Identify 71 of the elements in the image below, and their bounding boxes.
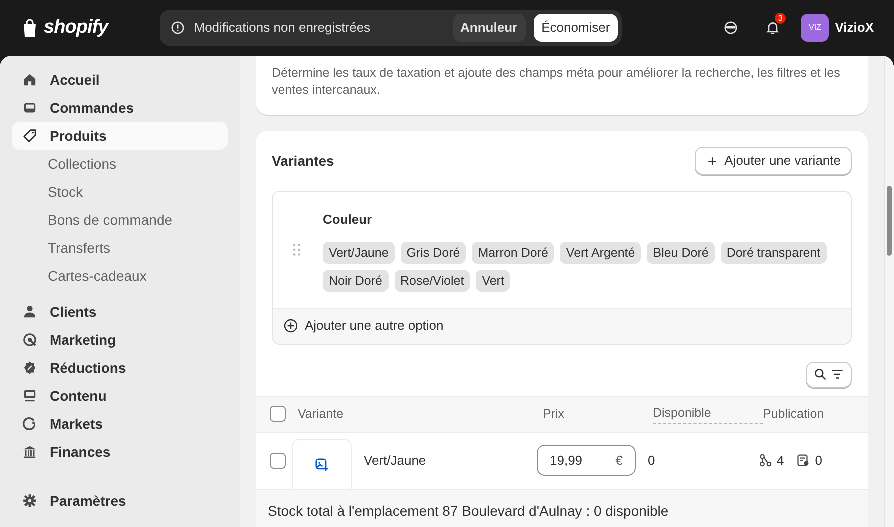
inbox-icon	[22, 100, 38, 116]
column-header: Variante	[298, 406, 345, 423]
unsaved-message: Modifications non enregistrées	[194, 19, 372, 38]
option-value-tag: Vert	[476, 270, 510, 292]
sidebar-item[interactable]: Clients	[12, 298, 228, 326]
checkbox[interactable]	[270, 452, 286, 468]
sidebar-subitem[interactable]: Cartes-cadeaux	[12, 262, 228, 290]
option-value-tag: Vert Argenté	[560, 242, 642, 264]
target-icon	[22, 332, 38, 348]
badge-percent-icon	[22, 360, 38, 376]
masked-face-icon	[723, 20, 740, 36]
stock-summary: Stock total à l'emplacement 87 Boulevard d'Aulnay : 0 disponible	[256, 490, 868, 527]
avatar[interactable]: VIZ	[801, 14, 830, 42]
column-header: Prix	[543, 406, 566, 423]
search-icon	[813, 367, 828, 382]
sidebar-item[interactable]: Accueil	[12, 66, 228, 94]
catalog-icon	[796, 453, 812, 468]
notifications-button[interactable]: 3	[759, 14, 788, 42]
sidebar-subitem[interactable]: Stock	[12, 178, 228, 206]
sidebar-item[interactable]: Réductions	[12, 354, 228, 382]
sidebar-item[interactable]: Contenu	[12, 382, 228, 410]
discard-button[interactable]: Annuleur	[452, 14, 526, 42]
option-name: Couleur	[323, 211, 374, 229]
tag-icon	[22, 128, 38, 144]
option-value-tag: Doré transparent	[720, 242, 827, 264]
price-field[interactable]: 19,99 €	[537, 445, 636, 476]
shopify-logo[interactable]: shopify	[20, 14, 108, 42]
option-value-tag: Bleu Doré	[647, 242, 715, 264]
option-value-tag: Rose/Violet	[394, 270, 470, 292]
catalog-count: 0	[815, 452, 822, 470]
scrollbar[interactable]	[884, 56, 894, 527]
add-variant-button[interactable]: Ajouter une variante	[694, 147, 852, 175]
sidebar-subitem[interactable]: Transferts	[12, 234, 228, 262]
sidebar-item[interactable]: Markets	[12, 410, 228, 438]
option-value-tag: Vert/Jaune	[323, 242, 395, 264]
house-icon	[22, 72, 38, 88]
column-header[interactable]: Disponible	[653, 404, 763, 424]
sidebar-item[interactable]: Marketing	[12, 326, 228, 354]
available-quantity: 0	[648, 452, 656, 470]
sidebar-subitem[interactable]: Collections	[12, 150, 228, 178]
bank-icon	[22, 444, 38, 460]
plus-icon	[706, 154, 719, 168]
store-name[interactable]: VizioX	[835, 18, 874, 38]
search-filter-button[interactable]	[806, 362, 852, 388]
sidebar-item[interactable]: Paramètres	[12, 487, 228, 515]
card-title: Variantes	[272, 152, 334, 170]
sidebar-item[interactable]: Commandes	[12, 94, 228, 122]
notification-badge: 3	[775, 13, 786, 24]
column-header: Publication	[763, 406, 824, 423]
person-icon	[22, 304, 38, 320]
category-description: Détermine les taux de taxation et ajoute des champs méta pour améliorer la recherche, les filtres et les ventes intercanaux.	[272, 65, 842, 99]
add-option-button[interactable]: Ajouter une autre option	[273, 308, 851, 344]
option-value-tag: Noir Doré	[323, 270, 388, 292]
gear-icon	[22, 493, 38, 509]
option-value-tag: Marron Doré	[472, 242, 554, 264]
plus-circle-icon	[283, 318, 299, 334]
bell-icon	[765, 20, 782, 36]
save-button[interactable]: Économiser	[534, 14, 618, 42]
alert-icon	[170, 20, 186, 36]
sidebar-item[interactable]: Finances	[12, 438, 228, 466]
checkbox[interactable]	[270, 406, 286, 422]
sidebar-subitem[interactable]: Bons de commande	[12, 206, 228, 234]
filter-icon	[830, 367, 845, 382]
variant-name: Vert/Jaune	[364, 452, 428, 470]
add-image-button[interactable]	[292, 439, 352, 489]
image-plus-icon	[314, 456, 330, 472]
option-value-tag: Gris Doré	[400, 242, 466, 264]
channels-icon	[758, 453, 773, 468]
channel-count: 4	[777, 452, 784, 470]
sidebar-item[interactable]: Produits	[12, 122, 228, 150]
screen-icon	[22, 388, 38, 404]
